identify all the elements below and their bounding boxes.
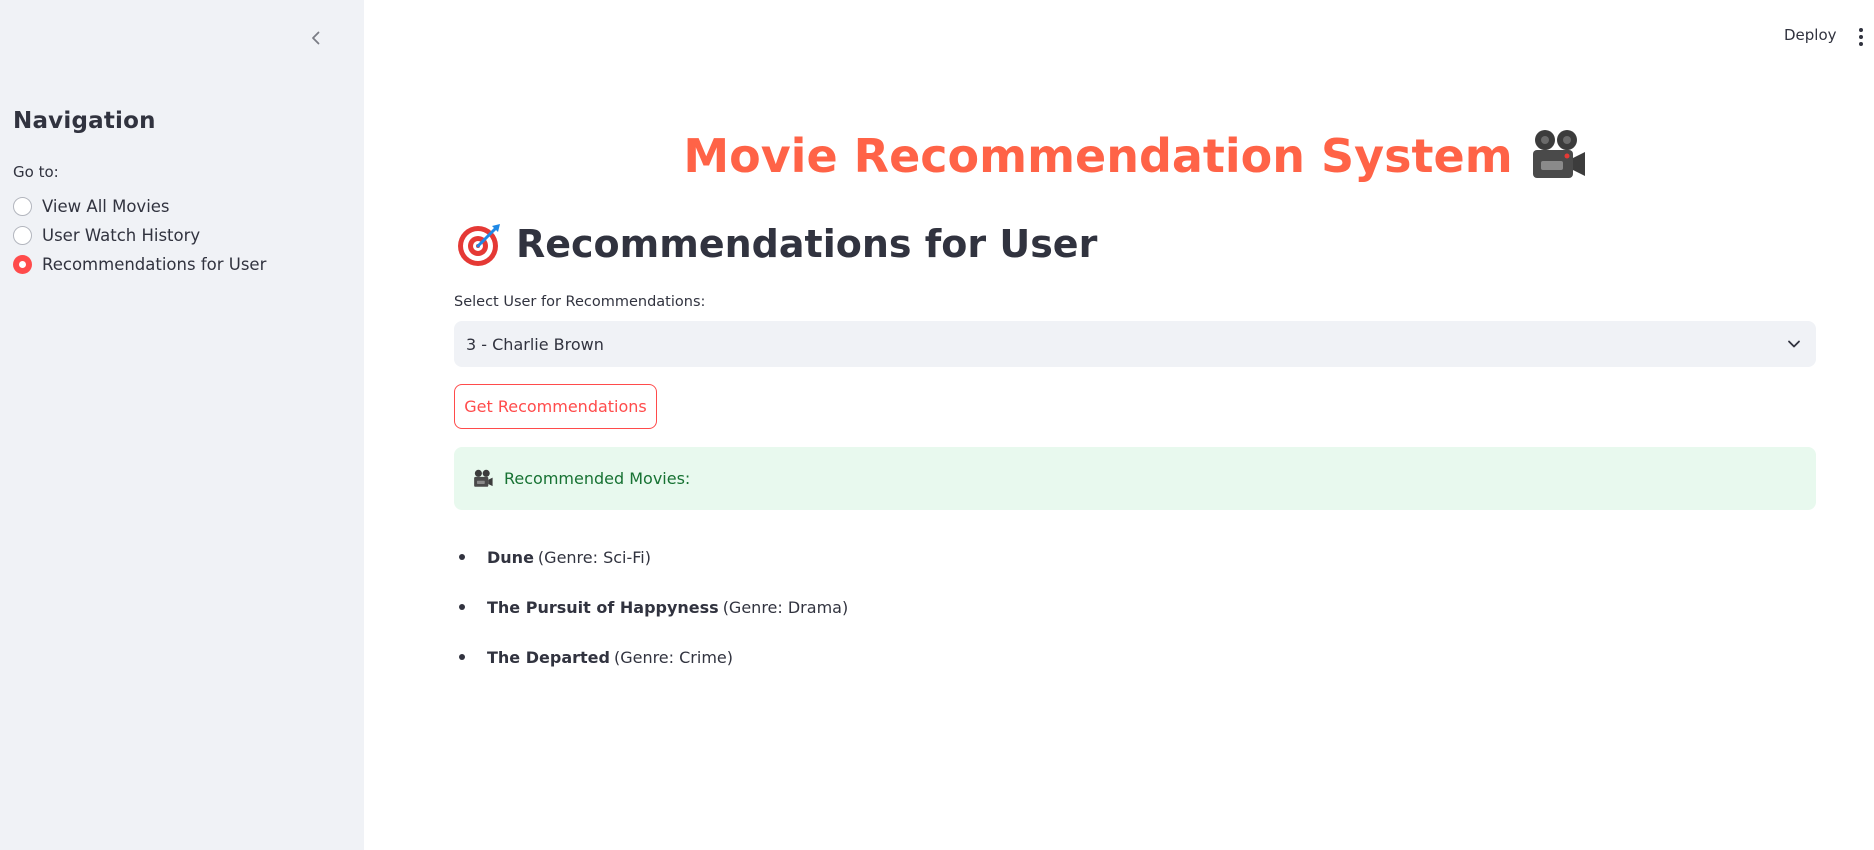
main-menu-button[interactable] <box>1855 26 1867 48</box>
movie-title: Dune <box>487 547 534 567</box>
success-alert: Recommended Movies: <box>454 447 1816 510</box>
radio-button-selected[interactable] <box>13 255 32 274</box>
bullet <box>459 604 465 610</box>
deploy-button[interactable]: Deploy <box>1784 26 1837 44</box>
movie-genre: (Genre: Sci-Fi) <box>537 547 651 567</box>
list-item: Dune (Genre: Sci-Fi) <box>454 532 1454 582</box>
user-select-label: Select User for Recommendations: <box>454 294 706 310</box>
radio-label: Recommendations for User <box>42 255 267 274</box>
section-heading: Recommendations for User <box>456 220 1097 268</box>
more-vertical-icon <box>1859 28 1863 46</box>
movie-camera-icon <box>472 469 494 489</box>
radio-label: User Watch History <box>42 226 201 245</box>
page-title-text: Movie Recommendation System <box>683 129 1513 183</box>
radio-button[interactable] <box>13 197 32 216</box>
chevron-down-icon <box>1788 340 1800 348</box>
get-recommendations-button[interactable]: Get Recommendations <box>454 384 657 429</box>
user-select-value: 3 - Charlie Brown <box>466 334 604 354</box>
section-heading-text: Recommendations for User <box>516 222 1098 266</box>
movie-camera-icon <box>1527 128 1589 184</box>
list-item: The Pursuit of Happyness (Genre: Drama) <box>454 582 1454 632</box>
radio-option-user-watch-history[interactable]: User Watch History <box>13 221 266 250</box>
list-item: The Departed (Genre: Crime) <box>454 632 1454 682</box>
movie-title: The Pursuit of Happyness <box>487 597 719 617</box>
movie-title: The Departed <box>487 647 610 667</box>
recommended-movies-list: Dune (Genre: Sci-Fi) The Pursuit of Happ… <box>454 532 1454 682</box>
user-select-dropdown[interactable]: 3 - Charlie Brown <box>454 321 1816 367</box>
navigation-radio-group: View All Movies User Watch History Recom… <box>13 192 266 279</box>
radio-button[interactable] <box>13 226 32 245</box>
page-title: Movie Recommendation System <box>454 128 1818 184</box>
movie-genre: (Genre: Crime) <box>613 647 733 667</box>
collapse-sidebar-button[interactable] <box>302 24 330 52</box>
chevron-left-icon <box>312 31 320 45</box>
movie-genre: (Genre: Drama) <box>722 597 849 617</box>
bullet <box>459 654 465 660</box>
navigation-heading: Navigation <box>13 108 156 134</box>
radio-label: View All Movies <box>42 197 170 216</box>
radio-option-view-all-movies[interactable]: View All Movies <box>13 192 266 221</box>
goto-label: Go to: <box>13 163 59 181</box>
target-icon <box>456 220 504 268</box>
sidebar: Navigation Go to: View All Movies User W… <box>0 0 364 850</box>
bullet <box>459 554 465 560</box>
success-alert-text: Recommended Movies: <box>504 469 691 488</box>
radio-option-recommendations-for-user[interactable]: Recommendations for User <box>13 250 266 279</box>
